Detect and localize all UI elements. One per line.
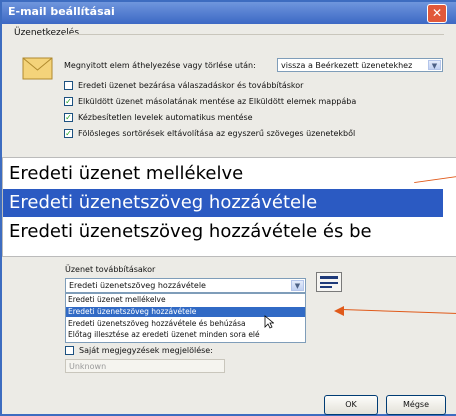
group-label: Üzenetkezelés [14,28,80,38]
title-bar[interactable]: E-mail beállításai ✕ [2,2,456,24]
forward-label: Üzenet továbbításakor [65,265,156,274]
mouse-cursor-icon [264,315,274,329]
save-copy-label: Elküldött üzenet másolatának mentése az … [78,97,357,106]
close-button[interactable]: ✕ [427,4,447,23]
list-item[interactable]: Eredeti üzenet mellékelve [68,295,166,305]
arrow-head-icon [334,306,344,316]
forward-value: Eredeti üzenetszöveg hozzávétele [69,281,206,290]
callout-arrow-bottom [342,308,456,315]
save-copy-checkbox[interactable]: ✓ [64,97,73,106]
list-item[interactable]: Előtag illesztése az eredeti üzenet mind… [68,330,260,340]
close-original-checkbox[interactable] [64,81,73,90]
autosave-label: Kézbesítetlen levelek automatikus mentés… [78,113,253,122]
mark-comments-checkbox[interactable] [65,346,74,355]
remove-linebreaks-label: Fölösleges sortörések eltávolítása az eg… [78,129,356,138]
comments-name-input[interactable]: Unknown [65,359,225,373]
zoom-option-selected: Eredeti üzenetszöveg hozzávétele [3,189,443,217]
autosave-checkbox[interactable]: ✓ [64,113,73,122]
list-item[interactable]: Eredeti üzenetszöveg hozzávétele és behú… [68,319,246,329]
window-title: E-mail beállításai [8,5,115,18]
cancel-button[interactable]: Mégse [386,395,446,415]
mark-comments-label: Saját megjegyzések megjelölése: [79,346,213,355]
magnified-reply-options: Eredeti üzenet mellékelve Eredeti üzenet… [2,157,456,257]
email-options-dialog: E-mail beállításai ✕ Üzenetkezelés Megny… [0,0,456,416]
comments-name-value: Unknown [69,362,107,371]
forward-preview-icon [316,272,342,292]
group-divider [64,34,444,35]
chevron-down-icon[interactable]: ▼ [291,280,304,291]
forward-select[interactable]: Eredeti üzenetszöveg hozzávétele ▼ [65,278,306,293]
chevron-down-icon[interactable]: ▼ [428,60,441,70]
zoom-option: Eredeti üzenet mellékelve [9,163,244,184]
move-delete-value: vissza a Beérkezett üzenetekhez [281,61,413,70]
move-delete-label: Megnyitott elem áthelyezése vagy törlése… [64,61,256,70]
envelope-icon [22,57,53,80]
zoom-option: Eredeti üzenetszöveg hozzávétele és be [9,221,372,242]
ok-button[interactable]: OK [324,395,378,415]
move-delete-select[interactable]: vissza a Beérkezett üzenetekhez ▼ [277,58,443,72]
remove-linebreaks-checkbox[interactable]: ✓ [64,129,73,138]
close-original-label: Eredeti üzenet bezárása válaszadáskor és… [78,81,304,90]
